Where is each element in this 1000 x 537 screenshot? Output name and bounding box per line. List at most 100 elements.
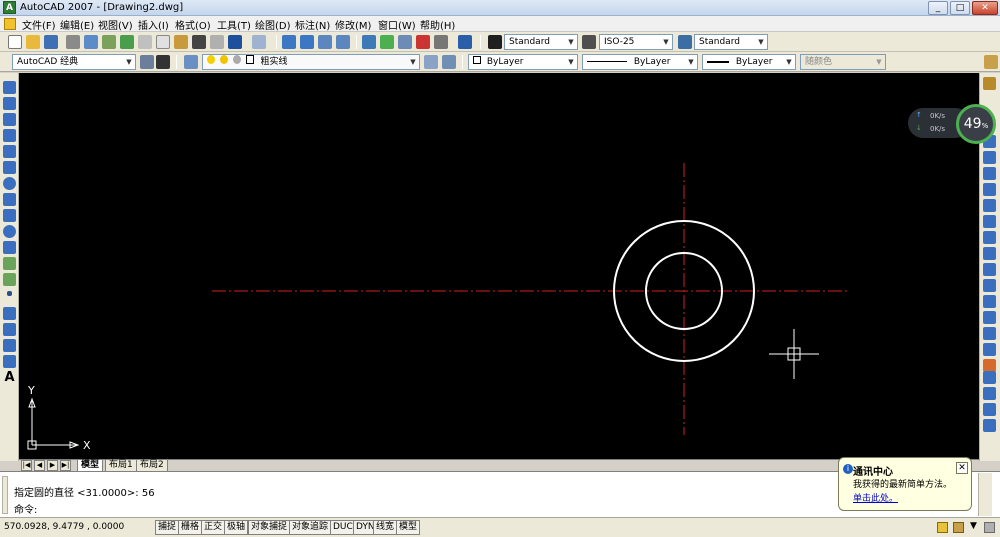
point-icon[interactable] — [7, 291, 12, 296]
line-icon[interactable] — [3, 81, 16, 94]
menu-dimension[interactable]: 标注(N) — [295, 17, 330, 32]
maximize-button[interactable]: □ — [950, 1, 970, 15]
make-block-icon[interactable] — [3, 273, 16, 286]
circle-icon[interactable] — [3, 177, 16, 190]
3d-dwf-icon[interactable] — [120, 35, 134, 49]
open-icon[interactable] — [26, 35, 40, 49]
notification-balloon[interactable]: i 通讯中心 我获得的最新简单方法。 单击此处。 ✕ — [838, 457, 972, 511]
linetype-select[interactable]: ByLayer ▼ — [582, 54, 698, 70]
ellipse-icon[interactable] — [3, 225, 16, 238]
rotate-icon[interactable] — [983, 215, 996, 228]
polar-toggle[interactable]: 极轴 — [224, 520, 249, 535]
hatch-icon[interactable] — [3, 307, 16, 320]
sheet-set-icon[interactable] — [416, 35, 430, 49]
join-icon[interactable] — [983, 311, 996, 324]
send-under-icon[interactable] — [983, 419, 996, 432]
autocad-app-icon[interactable]: A — [3, 1, 16, 14]
ortho-toggle[interactable]: 正交 — [201, 520, 226, 535]
toolbar-lock-icon[interactable] — [953, 522, 964, 533]
table-icon[interactable] — [3, 355, 16, 368]
command-prompt[interactable]: 命令: — [14, 501, 37, 516]
zoom-window-icon[interactable] — [318, 35, 332, 49]
model-space-toggle[interactable]: 模型 — [396, 520, 421, 535]
first-tab-button[interactable]: |◀ — [21, 460, 32, 471]
menu-edit[interactable]: 编辑(E) — [60, 17, 94, 32]
zoom-previous-icon[interactable] — [336, 35, 350, 49]
paste-icon[interactable] — [174, 35, 188, 49]
chamfer-icon[interactable] — [983, 327, 996, 340]
scale-icon[interactable] — [983, 231, 996, 244]
layer-previous-icon[interactable] — [442, 55, 456, 69]
communication-center-icon[interactable] — [937, 522, 948, 533]
coordinate-display[interactable]: 570.0928, 9.4779 , 0.0000 — [4, 522, 124, 532]
multiline-text-icon[interactable]: A — [3, 371, 16, 384]
insert-block-icon[interactable] — [3, 257, 16, 270]
menu-tools[interactable]: 工具(T) — [217, 17, 251, 32]
next-tab-button[interactable]: ▶ — [47, 460, 58, 471]
table-style-select[interactable]: Standard ▼ — [694, 34, 768, 50]
help-icon[interactable] — [458, 35, 472, 49]
match-properties-icon[interactable] — [192, 35, 206, 49]
offset-icon[interactable] — [983, 167, 996, 180]
network-speed-widget[interactable]: ↑ 0K/s ↓ 0K/s 49% — [908, 104, 996, 144]
menu-format[interactable]: 格式(O) — [175, 17, 211, 32]
workspace-settings-icon[interactable] — [140, 55, 154, 69]
copy-icon[interactable] — [156, 35, 170, 49]
erase-icon[interactable] — [983, 77, 996, 90]
zoom-realtime-icon[interactable] — [300, 35, 314, 49]
properties-icon[interactable] — [362, 35, 376, 49]
ellipse-arc-icon[interactable] — [3, 241, 16, 254]
dim-style-select[interactable]: ISO-25 ▼ — [599, 34, 673, 50]
balloon-close-icon[interactable]: ✕ — [956, 462, 968, 474]
revision-cloud-icon[interactable] — [3, 193, 16, 206]
arc-icon[interactable] — [3, 161, 16, 174]
clean-screen-icon[interactable] — [984, 522, 995, 533]
prev-tab-button[interactable]: ◀ — [34, 460, 45, 471]
status-menu-arrow-icon[interactable]: ▼ — [970, 521, 977, 531]
publish-icon[interactable] — [102, 35, 116, 49]
calculator-icon[interactable] — [434, 35, 448, 49]
new-icon[interactable] — [8, 35, 22, 49]
block-editor-icon[interactable] — [210, 35, 224, 49]
save-icon[interactable] — [44, 35, 58, 49]
tool-palettes-icon[interactable] — [398, 35, 412, 49]
layer-select[interactable]: 粗实线 ▼ — [202, 54, 420, 70]
osnap-toggle[interactable]: 对象捕捉 — [248, 520, 291, 535]
plotstyle-select[interactable]: 随颜色 ▼ — [800, 54, 886, 70]
print-preview-icon[interactable] — [84, 35, 98, 49]
layer-manager-icon[interactable] — [184, 55, 198, 69]
move-icon[interactable] — [983, 199, 996, 212]
print-icon[interactable] — [66, 35, 80, 49]
mirror-icon[interactable] — [983, 151, 996, 164]
lineweight-toggle[interactable]: 线宽 — [373, 520, 398, 535]
workspace-select[interactable]: AutoCAD 经典 ▼ — [12, 54, 136, 70]
construction-line-icon[interactable] — [3, 97, 16, 110]
grid-toggle[interactable]: 栅格 — [178, 520, 203, 535]
save-workspace-icon[interactable] — [156, 55, 170, 69]
snap-toggle[interactable]: 捕捉 — [155, 520, 180, 535]
polyline-icon[interactable] — [3, 113, 16, 126]
drawing-canvas[interactable]: Y X — [19, 73, 979, 459]
menu-window[interactable]: 窗口(W) — [378, 17, 416, 32]
undo-icon[interactable] — [228, 35, 242, 49]
gradient-icon[interactable] — [3, 323, 16, 336]
color-select[interactable]: ByLayer ▼ — [468, 54, 578, 70]
menu-view[interactable]: 视图(V) — [98, 17, 133, 32]
menu-modify[interactable]: 修改(M) — [335, 17, 371, 32]
make-object-layer-current-icon[interactable] — [424, 55, 438, 69]
polygon-icon[interactable] — [3, 129, 16, 142]
pan-icon[interactable] — [282, 35, 296, 49]
stretch-icon[interactable] — [983, 247, 996, 260]
minimize-button[interactable]: _ — [928, 1, 948, 15]
document-icon[interactable] — [4, 18, 16, 30]
lineweight-select[interactable]: ByLayer ▼ — [702, 54, 796, 70]
draw-order-back-icon[interactable] — [983, 387, 996, 400]
draw-order-front-icon[interactable] — [983, 371, 996, 384]
bring-above-icon[interactable] — [983, 403, 996, 416]
menu-insert[interactable]: 插入(I) — [138, 17, 169, 32]
break-icon[interactable] — [983, 295, 996, 308]
otrack-toggle[interactable]: 对象追踪 — [289, 520, 332, 535]
close-button[interactable]: ✕ — [972, 1, 998, 15]
fillet-icon[interactable] — [983, 343, 996, 356]
command-grip[interactable] — [2, 476, 8, 514]
